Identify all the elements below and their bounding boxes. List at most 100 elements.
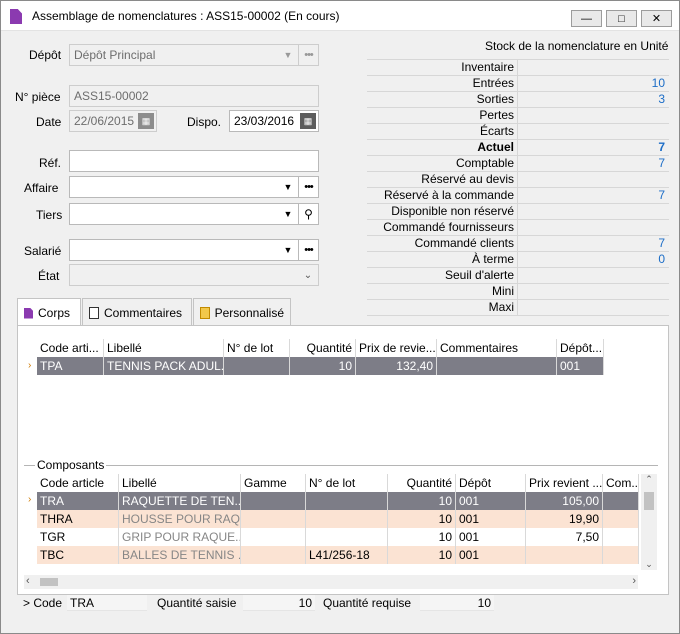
table-cell[interactable] xyxy=(437,357,557,375)
table-cell[interactable]: 7,50 xyxy=(526,528,603,546)
table-cell[interactable]: 132,40 xyxy=(356,357,437,375)
column-header[interactable]: Dépôt xyxy=(456,474,526,492)
table-cell[interactable]: BALLES DE TENNIS ... xyxy=(119,546,241,564)
column-header[interactable]: Com... xyxy=(603,474,639,492)
table-cell[interactable] xyxy=(306,528,388,546)
table-row[interactable]: TRA RAQUETTE DE TEN... 10 001 105,00 xyxy=(37,492,639,510)
stock-row-value[interactable]: 7 xyxy=(517,188,669,203)
table-row[interactable]: TGR GRIP POUR RAQUE... 10 001 7,50 xyxy=(37,528,639,546)
table-cell[interactable]: 10 xyxy=(290,357,356,375)
scroll-down-icon[interactable]: ⌄ xyxy=(641,559,657,570)
table-cell[interactable]: TENNIS PACK ADUL... xyxy=(104,357,224,375)
table-cell[interactable]: GRIP POUR RAQUE... xyxy=(119,528,241,546)
stock-row-value[interactable]: 3 xyxy=(517,92,669,107)
table-cell[interactable] xyxy=(526,546,603,564)
table-cell[interactable]: 001 xyxy=(456,492,526,510)
stock-row-value[interactable]: 10 xyxy=(517,76,669,91)
search-icon[interactable]: ⚲ xyxy=(298,204,318,224)
stock-row-value[interactable] xyxy=(517,300,669,315)
tab-commentaires[interactable]: Commentaires xyxy=(82,298,192,326)
date-field[interactable]: 22/06/2015 ▦ xyxy=(69,110,157,132)
column-header[interactable]: Prix de revie... xyxy=(356,339,437,357)
table-cell[interactable]: 105,00 xyxy=(526,492,603,510)
column-header[interactable]: Libellé xyxy=(104,339,224,357)
chevron-down-icon[interactable]: ▼ xyxy=(278,177,298,197)
depot-field[interactable]: Dépôt Principal ▼ ••• xyxy=(69,44,319,66)
scroll-left-icon[interactable]: ‹ xyxy=(26,575,30,587)
column-header[interactable]: Gamme xyxy=(241,474,306,492)
table-row[interactable]: TBC BALLES DE TENNIS ... L41/256-18 10 001 xyxy=(37,546,639,564)
table-cell[interactable]: RAQUETTE DE TEN... xyxy=(119,492,241,510)
table-cell[interactable] xyxy=(241,510,306,528)
salarie-field[interactable]: ▼ ••• xyxy=(69,239,319,261)
table-cell[interactable]: TBC xyxy=(37,546,119,564)
stock-row-value[interactable]: 0 xyxy=(517,252,669,267)
close-button[interactable]: ✕ xyxy=(641,10,672,27)
table-cell[interactable]: 10 xyxy=(388,492,456,510)
column-header[interactable]: Code article xyxy=(37,474,119,492)
table-row[interactable]: THRA HOUSSE POUR RAQ... 10 001 19,90 xyxy=(37,510,639,528)
tab-corps[interactable]: Corps xyxy=(17,298,81,327)
stock-row-value[interactable] xyxy=(517,220,669,235)
more-icon[interactable]: ••• xyxy=(298,45,318,65)
ref-field[interactable] xyxy=(69,150,319,172)
column-header[interactable]: Code arti... xyxy=(37,339,104,357)
table-cell[interactable]: TGR xyxy=(37,528,119,546)
table-cell[interactable] xyxy=(603,492,639,510)
table-cell[interactable] xyxy=(241,528,306,546)
table-cell[interactable]: TPA xyxy=(37,357,104,375)
table-cell[interactable] xyxy=(306,492,388,510)
table-cell[interactable]: 10 xyxy=(388,528,456,546)
minimize-button[interactable]: — xyxy=(571,10,602,27)
maximize-button[interactable]: □ xyxy=(606,10,637,27)
table-cell[interactable]: 001 xyxy=(557,357,604,375)
horizontal-scrollbar[interactable]: ‹ › xyxy=(24,575,638,589)
more-icon[interactable]: ••• xyxy=(298,177,318,197)
column-header[interactable]: Quantité xyxy=(290,339,356,357)
table-cell[interactable]: 10 xyxy=(388,546,456,564)
stock-row-value[interactable] xyxy=(517,108,669,123)
table-cell[interactable]: 001 xyxy=(456,546,526,564)
chevron-down-icon[interactable]: ▼ xyxy=(278,45,298,65)
calendar-icon[interactable]: ▦ xyxy=(138,113,154,129)
calendar-icon[interactable]: ▦ xyxy=(300,113,316,129)
column-header[interactable]: N° de lot xyxy=(224,339,290,357)
table-row[interactable]: TPA TENNIS PACK ADUL... 10 132,40 001 xyxy=(37,357,604,375)
tiers-field[interactable]: ▼ ⚲ xyxy=(69,203,319,225)
column-header[interactable]: Commentaires xyxy=(437,339,557,357)
table-cell[interactable] xyxy=(306,510,388,528)
table-cell[interactable] xyxy=(241,492,306,510)
scroll-right-icon[interactable]: › xyxy=(632,575,636,587)
stock-row-value[interactable] xyxy=(517,172,669,187)
table-cell[interactable]: 10 xyxy=(388,510,456,528)
table-cell[interactable] xyxy=(224,357,290,375)
stock-row-value[interactable]: 7 xyxy=(517,156,669,171)
stock-row-value[interactable] xyxy=(517,284,669,299)
tab-personnalise[interactable]: Personnalisé xyxy=(193,298,291,326)
chevron-down-icon[interactable]: ▼ xyxy=(278,240,298,260)
table-cell[interactable]: 001 xyxy=(456,528,526,546)
horizontal-scroll-thumb[interactable] xyxy=(40,578,58,586)
table-cell[interactable]: L41/256-18 xyxy=(306,546,388,564)
table-cell[interactable]: THRA xyxy=(37,510,119,528)
stock-row-value[interactable] xyxy=(517,204,669,219)
stock-row-value[interactable]: 7 xyxy=(517,140,669,155)
table-cell[interactable] xyxy=(603,546,639,564)
stock-row-value[interactable] xyxy=(517,60,669,75)
column-header[interactable]: Quantité xyxy=(388,474,456,492)
table-cell[interactable]: 001 xyxy=(456,510,526,528)
stock-row-value[interactable]: 7 xyxy=(517,236,669,251)
table-cell[interactable]: TRA xyxy=(37,492,119,510)
column-header[interactable]: Dépôt... xyxy=(557,339,604,357)
affaire-field[interactable]: ▼ ••• xyxy=(69,176,319,198)
dispo-field[interactable]: 23/03/2016 ▦ xyxy=(229,110,319,132)
table-cell[interactable] xyxy=(603,510,639,528)
table-cell[interactable] xyxy=(603,528,639,546)
vertical-scroll-thumb[interactable] xyxy=(644,492,654,510)
table-cell[interactable] xyxy=(241,546,306,564)
chevron-down-icon[interactable]: ⌄ xyxy=(298,265,318,285)
column-header[interactable]: N° de lot xyxy=(306,474,388,492)
column-header[interactable]: Libellé xyxy=(119,474,241,492)
vertical-scrollbar[interactable]: ⌃ ⌄ xyxy=(641,474,657,570)
scroll-up-icon[interactable]: ⌃ xyxy=(641,474,657,485)
